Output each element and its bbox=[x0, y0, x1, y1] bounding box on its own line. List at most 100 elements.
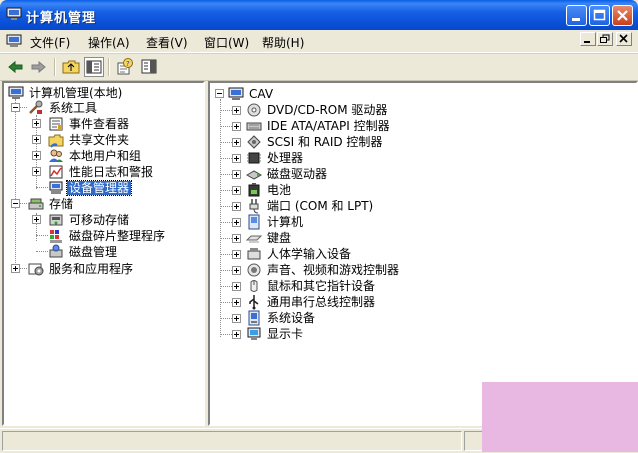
action-pane-icon[interactable] bbox=[139, 57, 159, 77]
menu-action[interactable]: 操作(A) bbox=[88, 34, 130, 51]
expand-toggle[interactable] bbox=[232, 330, 241, 339]
users-icon bbox=[49, 149, 63, 162]
device-category-node[interactable]: 鼠标和其它指针设备 bbox=[246, 278, 377, 294]
expand-toggle[interactable] bbox=[232, 106, 241, 115]
tree-node-event-viewer[interactable]: 事件查看器 bbox=[48, 116, 131, 132]
expand-toggle[interactable] bbox=[232, 234, 241, 243]
expand-toggle[interactable] bbox=[232, 170, 241, 179]
expand-toggle[interactable] bbox=[32, 135, 41, 144]
device-category-node[interactable]: 声音、视频和游戏控制器 bbox=[246, 262, 401, 278]
toolbar-separator bbox=[108, 58, 110, 76]
tree-node-root[interactable]: 计算机管理(本地) bbox=[8, 85, 124, 101]
menu-view[interactable]: 查看(V) bbox=[146, 34, 188, 51]
device-category-node[interactable]: 系统设备 bbox=[246, 310, 317, 326]
console-tree-pane[interactable]: 计算机管理(本地) 系统工具 事件查看器 共享文件夹 本地用户和组 性能日志和警… bbox=[2, 81, 205, 426]
expand-toggle[interactable] bbox=[232, 250, 241, 259]
expand-toggle[interactable] bbox=[232, 154, 241, 163]
tree-line bbox=[36, 251, 48, 252]
device-category-label: 系统设备 bbox=[267, 311, 316, 325]
close-button[interactable] bbox=[612, 5, 633, 26]
tree-label: 性能日志和警报 bbox=[69, 165, 154, 179]
tree-node-device-manager[interactable]: 设备管理器 bbox=[48, 180, 133, 196]
device-category-node[interactable]: 通用串行总线控制器 bbox=[246, 294, 377, 310]
device-category-label: 处理器 bbox=[267, 151, 304, 165]
expand-toggle[interactable] bbox=[232, 218, 241, 227]
collapse-toggle[interactable] bbox=[11, 199, 20, 208]
device-category-node[interactable]: IDE ATA/ATAPI 控制器 bbox=[246, 118, 392, 134]
keyboard-icon bbox=[246, 235, 262, 243]
tree-node-storage[interactable]: 存储 bbox=[28, 196, 75, 212]
collapse-toggle[interactable] bbox=[215, 89, 224, 98]
expand-toggle[interactable] bbox=[232, 202, 241, 211]
menu-help[interactable]: 帮助(H) bbox=[262, 34, 304, 51]
close-icon bbox=[619, 34, 628, 43]
device-category-node[interactable]: 处理器 bbox=[246, 150, 305, 166]
up-folder-icon[interactable] bbox=[61, 57, 81, 77]
forward-arrow-icon[interactable] bbox=[28, 57, 48, 77]
device-category-node[interactable]: 计算机 bbox=[246, 214, 305, 230]
device-category-label: SCSI 和 RAID 控制器 bbox=[267, 135, 383, 149]
maximize-button[interactable] bbox=[589, 5, 610, 26]
collapse-toggle[interactable] bbox=[11, 103, 20, 112]
device-category-node[interactable]: 键盘 bbox=[246, 230, 293, 246]
expand-toggle[interactable] bbox=[232, 266, 241, 275]
corner-overlay bbox=[482, 382, 638, 452]
menu-file[interactable]: 文件(F) bbox=[30, 34, 70, 51]
tree-node-computer-root[interactable]: CAV bbox=[228, 86, 275, 102]
hid-icon bbox=[247, 248, 261, 260]
tree-node-perf-logs[interactable]: 性能日志和警报 bbox=[48, 164, 155, 180]
device-category-label: 鼠标和其它指针设备 bbox=[267, 279, 376, 293]
tree-node-local-users[interactable]: 本地用户和组 bbox=[48, 148, 143, 164]
expand-toggle[interactable] bbox=[232, 282, 241, 291]
tree-node-services[interactable]: 服务和应用程序 bbox=[28, 261, 135, 277]
battery-icon bbox=[248, 183, 260, 197]
minimize-icon bbox=[584, 41, 590, 43]
device-category-node[interactable]: 端口 (COM 和 LPT) bbox=[246, 198, 375, 214]
device-category-label: 磁盘驱动器 bbox=[267, 167, 328, 181]
expand-toggle[interactable] bbox=[232, 138, 241, 147]
expand-toggle[interactable] bbox=[232, 314, 241, 323]
expand-toggle[interactable] bbox=[232, 122, 241, 131]
tree-node-removable-storage[interactable]: 可移动存储 bbox=[48, 212, 131, 228]
title-bar[interactable]: 计算机管理 bbox=[0, 0, 638, 30]
child-restore-button[interactable] bbox=[597, 32, 613, 46]
minimize-button[interactable] bbox=[566, 5, 587, 26]
device-category-node[interactable]: 磁盘驱动器 bbox=[246, 166, 329, 182]
device-category-node[interactable]: 显示卡 bbox=[246, 326, 305, 342]
tree-label-selected: 设备管理器 bbox=[65, 180, 133, 196]
child-minimize-button[interactable] bbox=[580, 32, 596, 46]
tree-node-disk-management[interactable]: 磁盘管理 bbox=[48, 244, 119, 260]
cdrom-icon bbox=[247, 103, 261, 117]
menu-window[interactable]: 窗口(W) bbox=[204, 34, 249, 51]
tree-node-shared-folders[interactable]: 共享文件夹 bbox=[48, 132, 131, 148]
tree-label: 磁盘管理 bbox=[69, 245, 118, 259]
expand-toggle[interactable] bbox=[32, 119, 41, 128]
device-category-node[interactable]: SCSI 和 RAID 控制器 bbox=[246, 134, 384, 150]
child-close-button[interactable] bbox=[616, 32, 632, 46]
disk-drive-icon bbox=[246, 170, 262, 180]
back-arrow-icon[interactable] bbox=[6, 57, 26, 77]
expand-toggle[interactable] bbox=[32, 215, 41, 224]
device-category-node[interactable]: 人体学输入设备 bbox=[246, 246, 353, 262]
expand-toggle[interactable] bbox=[232, 186, 241, 195]
processor-icon bbox=[247, 152, 261, 164]
expand-toggle[interactable] bbox=[11, 264, 20, 273]
tree-node-defrag[interactable]: 磁盘碎片整理程序 bbox=[48, 228, 167, 244]
properties-help-icon[interactable]: ? bbox=[115, 57, 135, 77]
tree-label: 可移动存储 bbox=[69, 213, 130, 227]
system-menu-icon[interactable] bbox=[6, 33, 22, 49]
device-tree-pane[interactable]: CAV DVD/CD-ROM 驱动器 IDE ATA/ATAPI 控制器 SCSI … bbox=[208, 81, 638, 426]
tree-label: 服务和应用程序 bbox=[49, 262, 134, 276]
expand-toggle[interactable] bbox=[32, 151, 41, 160]
device-category-node[interactable]: DVD/CD-ROM 驱动器 bbox=[246, 102, 389, 118]
tree-label: 共享文件夹 bbox=[69, 133, 130, 147]
device-category-node[interactable]: 电池 bbox=[246, 182, 293, 198]
expand-toggle[interactable] bbox=[32, 167, 41, 176]
tree-label: CAV bbox=[249, 87, 274, 101]
show-hide-tree-button[interactable] bbox=[84, 57, 104, 77]
expand-toggle[interactable] bbox=[232, 298, 241, 307]
tree-node-system-tools[interactable]: 系统工具 bbox=[28, 100, 99, 116]
display-adapter-icon bbox=[247, 327, 261, 340]
console-tree-icon bbox=[86, 60, 102, 74]
tree-line bbox=[36, 235, 48, 236]
